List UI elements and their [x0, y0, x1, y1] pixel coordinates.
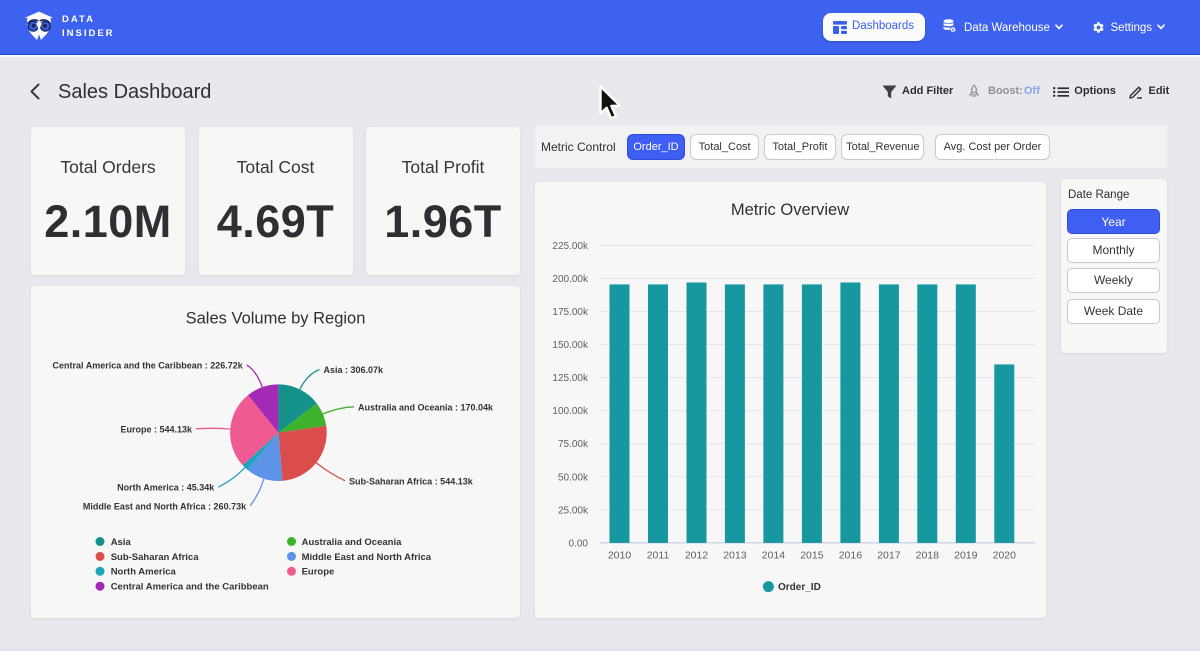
svg-text:Australia and Oceania : 170.04: Australia and Oceania : 170.04k — [358, 402, 494, 412]
svg-text:2010: 2010 — [608, 549, 632, 561]
svg-text:200.00k: 200.00k — [552, 274, 589, 285]
svg-text:Order_ID: Order_ID — [778, 582, 821, 593]
svg-text:North America : 45.34k: North America : 45.34k — [117, 483, 215, 493]
svg-text:Europe: Europe — [302, 567, 335, 578]
svg-text:Middle East and North Africa :: Middle East and North Africa : 260.73k — [83, 501, 247, 511]
svg-text:Metric Overview: Metric Overview — [731, 201, 849, 219]
svg-text:Middle East and North Africa: Middle East and North Africa — [302, 552, 432, 563]
svg-text:50.00k: 50.00k — [558, 472, 589, 483]
svg-text:Central America and the Caribb: Central America and the Caribbean — [111, 582, 269, 593]
svg-text:2012: 2012 — [685, 549, 709, 561]
svg-text:0.00: 0.00 — [569, 538, 589, 549]
svg-text:North America: North America — [111, 567, 177, 578]
svg-text:2017: 2017 — [877, 549, 901, 561]
svg-text:2015: 2015 — [800, 549, 824, 561]
svg-text:2011: 2011 — [647, 549, 670, 561]
svg-text:25.00k: 25.00k — [558, 505, 589, 516]
svg-text:Australia and Oceania: Australia and Oceania — [302, 537, 403, 548]
svg-text:Sales Volume by Region: Sales Volume by Region — [186, 310, 366, 328]
svg-text:Central America and the Caribb: Central America and the Caribbean : 226.… — [53, 361, 244, 371]
svg-text:2018: 2018 — [916, 549, 940, 561]
svg-text:175.00k: 175.00k — [552, 307, 589, 318]
svg-text:2014: 2014 — [762, 549, 786, 561]
svg-text:75.00k: 75.00k — [558, 439, 589, 450]
svg-text:2016: 2016 — [839, 549, 863, 561]
svg-text:2020: 2020 — [993, 549, 1017, 561]
svg-text:150.00k: 150.00k — [552, 340, 589, 351]
svg-text:100.00k: 100.00k — [552, 406, 589, 417]
svg-text:Asia : 306.07k: Asia : 306.07k — [324, 365, 385, 375]
svg-text:2013: 2013 — [723, 549, 747, 561]
svg-text:125.00k: 125.00k — [552, 373, 589, 384]
svg-text:225.00k: 225.00k — [552, 241, 589, 252]
svg-text:Sub-Saharan Africa : 544.13k: Sub-Saharan Africa : 544.13k — [349, 476, 474, 486]
svg-text:Asia: Asia — [111, 537, 132, 548]
svg-text:Europe : 544.13k: Europe : 544.13k — [120, 424, 193, 434]
svg-text:2019: 2019 — [954, 549, 978, 561]
svg-text:Sub-Saharan Africa: Sub-Saharan Africa — [111, 552, 200, 563]
